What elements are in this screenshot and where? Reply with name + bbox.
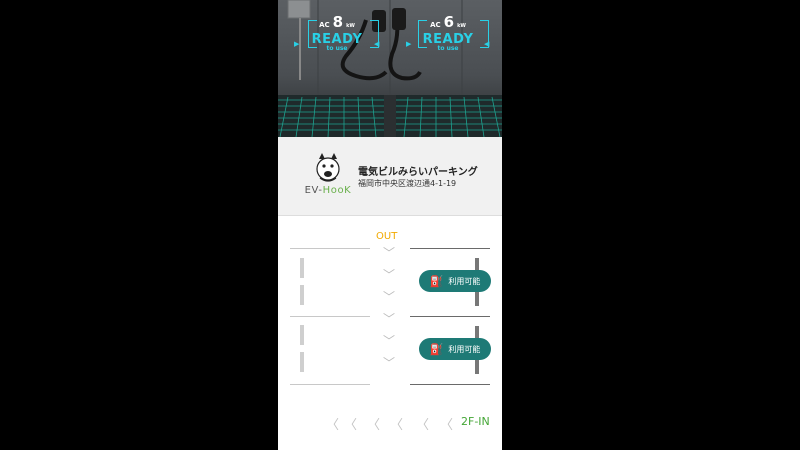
lane-line: [290, 248, 370, 249]
facility-name: 電気ビルみらいパーキング: [358, 167, 478, 178]
lane-line: [290, 384, 370, 385]
facility-info: EV-HooK 電気ビルみらいパーキング 福岡市中央区渡辺通4-1-19: [278, 137, 502, 216]
hero-image: ▶ ◀ ▶ ◀ AC 8 kW READY to use AC 6 kW READY t…: [278, 0, 502, 137]
chevron-left-icon: 〈: [326, 418, 340, 433]
facility-address: 福岡市中央区渡辺通4-1-19: [358, 179, 457, 188]
power-value: 6: [443, 13, 455, 31]
parking-spot-marker: [300, 352, 304, 372]
lane-line: [410, 384, 490, 385]
parking-spot-marker: [300, 258, 304, 278]
charger-available-button[interactable]: ⛽ 利用可能: [419, 270, 491, 292]
ev-hook-logo: EV-HooK: [298, 151, 358, 201]
lane-line: [410, 248, 490, 249]
chevron-down-icon: ﹀: [383, 334, 396, 348]
chevron-down-icon: ﹀: [383, 246, 396, 260]
ac-label: AC: [319, 21, 330, 29]
chevron-left-icon: 〈: [390, 418, 404, 433]
chevron-down-icon: ﹀: [383, 290, 396, 304]
lane-line: [410, 316, 490, 317]
power-unit: kW: [346, 23, 355, 29]
ready-sub-label: to use: [326, 45, 348, 52]
parking-spot-marker: [300, 325, 304, 345]
power-unit: kW: [457, 23, 466, 29]
parking-spot-marker: [300, 285, 304, 305]
availability-label: 利用可能: [448, 276, 481, 286]
parking-map: OUT ﹀ ﹀ ﹀ ﹀ ﹀ ﹀ ⛽ 利用可能 ⛽ 利用可能 〈 〈 〈 〈 〈 …: [278, 216, 502, 450]
ready-sub-label: to use: [437, 45, 459, 52]
chevron-down-icon: ﹀: [383, 356, 396, 370]
ev-charger-icon: ⛽: [429, 274, 444, 288]
chevron-left-icon: 〈: [367, 418, 381, 433]
ev-charger-icon: ⛽: [429, 342, 444, 356]
charger-available-button[interactable]: ⛽ 利用可能: [419, 338, 491, 360]
logo-text-hook: HooK: [322, 185, 352, 196]
charger-status-left[interactable]: AC 8 kW READY to use: [295, 12, 379, 52]
dog-mascot-icon: [316, 153, 340, 182]
power-value: 8: [332, 13, 344, 31]
chevron-left-icon: 〈: [416, 418, 430, 433]
charger-status-right[interactable]: AC 6 kW READY to use: [406, 12, 490, 52]
chevron-left-icon: 〈: [344, 418, 358, 433]
chevron-left-icon: 〈: [440, 418, 454, 433]
app-screen: ▶ ◀ ▶ ◀ AC 8 kW READY to use AC 6 kW READY t…: [278, 0, 502, 450]
chevron-down-icon: ﹀: [383, 268, 396, 282]
chevron-down-icon: ﹀: [383, 312, 396, 326]
exit-label: OUT: [376, 231, 398, 242]
logo-text-ev: EV-: [304, 185, 323, 196]
ac-label: AC: [430, 21, 441, 29]
lane-line: [290, 316, 370, 317]
availability-label: 利用可能: [448, 344, 481, 354]
entrance-label: 2F-IN: [461, 415, 490, 428]
